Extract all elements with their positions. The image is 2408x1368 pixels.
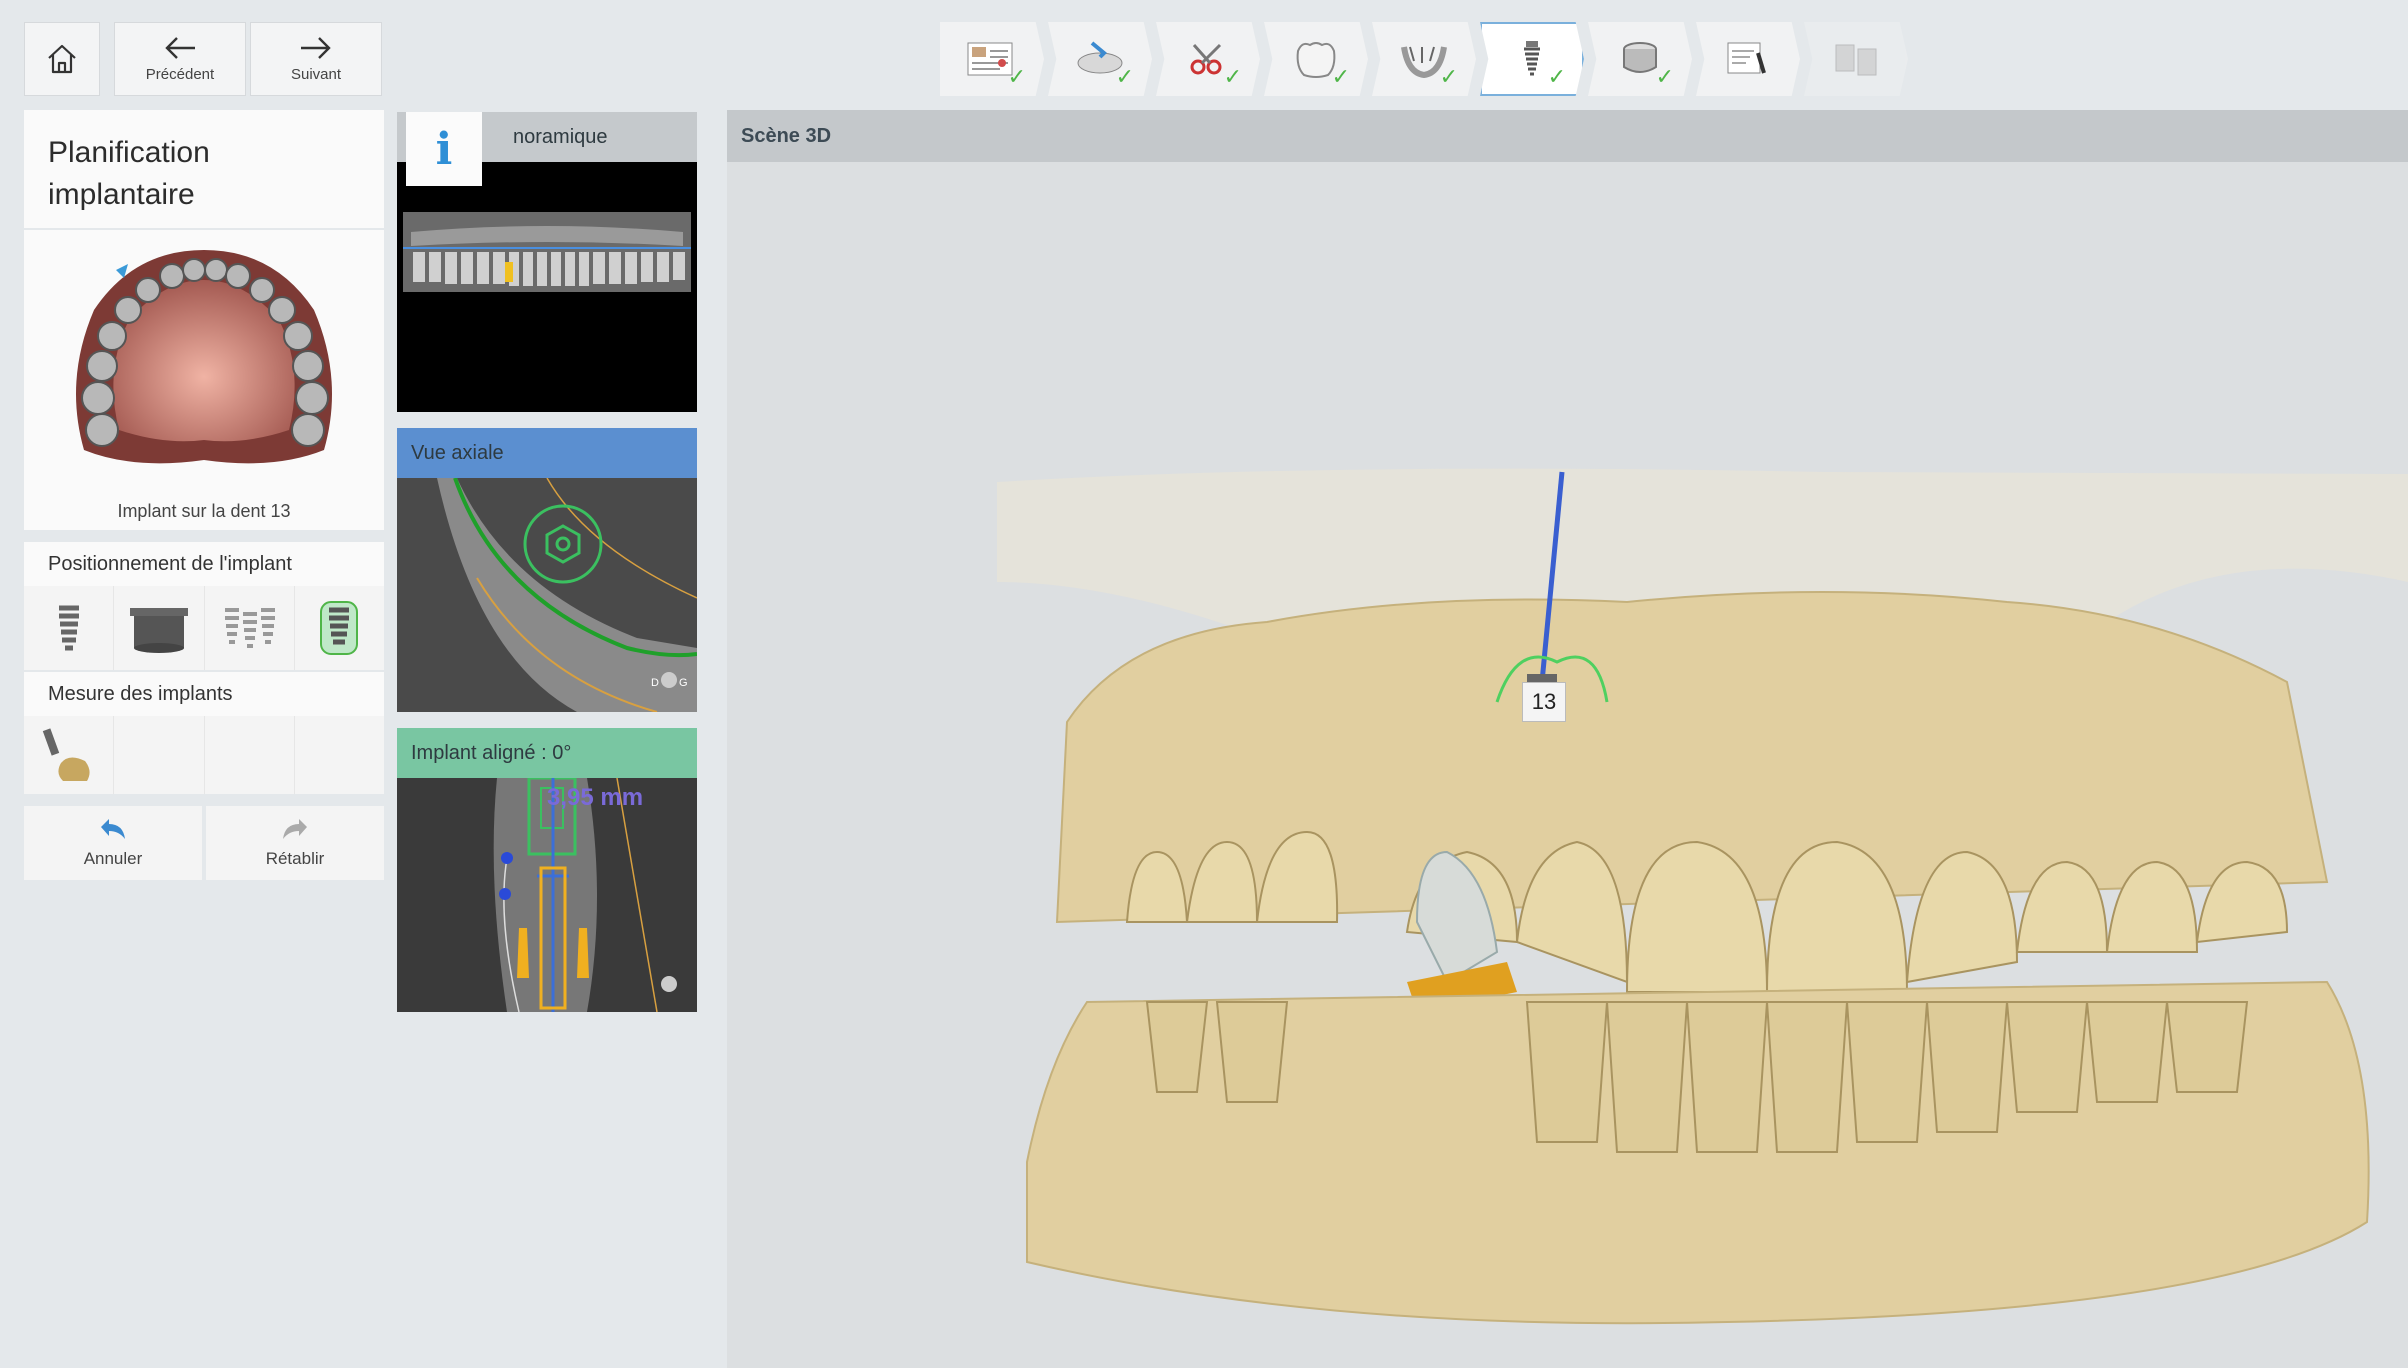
- empty-tool-slot-2: [205, 716, 295, 794]
- dental-model-3d: [997, 468, 2408, 1325]
- sleeve-tool-button[interactable]: [114, 586, 205, 670]
- scene-3d-header: Scène 3D: [727, 110, 2408, 162]
- previous-label: Précédent: [145, 65, 215, 83]
- aligned-implant-view[interactable]: Implant aligné : 0° 3,95 mm: [397, 728, 697, 1012]
- next-button[interactable]: Suivant: [250, 22, 382, 96]
- scene-3d[interactable]: Scène 3D 13: [727, 110, 2408, 1368]
- sleeve-icon: [129, 608, 188, 653]
- redo-icon: [283, 819, 307, 839]
- empty-tool-slot-3: [295, 716, 384, 794]
- measure-section-label: Mesure des implants: [24, 672, 384, 716]
- check-icon: ✓: [1007, 64, 1026, 89]
- implant-screw-icon: [58, 605, 79, 651]
- axial-image: D G: [397, 478, 697, 712]
- panel-title-line1: Planification: [48, 136, 210, 169]
- workflow-step-guide-sleeve[interactable]: ✓: [1588, 22, 1692, 96]
- info-icon: i: [435, 123, 453, 175]
- home-icon: [48, 44, 76, 74]
- measure-tools: [24, 716, 384, 794]
- workflow-bar: ✓ ✓ ✓ ✓ ✓ ✓ ✓: [940, 22, 1912, 96]
- arrow-left-icon: [165, 36, 195, 59]
- multiple-implants-tool-button[interactable]: [205, 586, 295, 670]
- panel-title: Planification implantaire: [24, 110, 384, 228]
- redo-button[interactable]: Rétablir: [206, 806, 384, 880]
- check-icon: ✓: [1655, 64, 1674, 89]
- implant-tool-button[interactable]: [24, 586, 115, 670]
- model-caption: Implant sur la dent 13: [117, 501, 291, 521]
- panoramic-image: [397, 162, 697, 412]
- workflow-step-prescription[interactable]: ✓: [940, 22, 1044, 96]
- workflow-step-scan-import[interactable]: ✓: [1048, 22, 1152, 96]
- implant-measure-value: 3,95 mm: [547, 784, 644, 811]
- positioning-section-label: Positionnement de l'implant: [24, 542, 384, 586]
- undo-icon: [101, 819, 125, 839]
- implant-highlight-icon: [320, 601, 359, 655]
- check-icon: ✓: [1115, 64, 1134, 89]
- export-icon: [1835, 44, 1877, 76]
- previous-button[interactable]: Précédent: [114, 22, 246, 96]
- measure-implant-icon: [42, 728, 90, 781]
- redo-label: Rétablir: [265, 849, 325, 868]
- orientation-cube-icon-2: [661, 976, 677, 992]
- axial-view[interactable]: Vue axiale D G: [397, 428, 697, 712]
- empty-tool-slot-1: [114, 716, 205, 794]
- undo-button[interactable]: Annuler: [24, 806, 202, 880]
- workflow-step-implant[interactable]: ✓: [1480, 22, 1584, 96]
- implant-selected-tool-button[interactable]: [295, 586, 384, 670]
- svg-text:D: D: [651, 677, 659, 689]
- undo-label: Annuler: [83, 849, 143, 868]
- panel-title-line2: implantaire: [48, 178, 195, 211]
- check-icon: ✓: [1223, 64, 1242, 89]
- arrow-right-icon: [301, 36, 331, 59]
- axial-view-header: Vue axiale: [397, 428, 697, 478]
- undo-redo-bar: Annuler Rétablir: [24, 806, 384, 880]
- tooth-number-label[interactable]: 13: [1522, 682, 1566, 722]
- workflow-step-export: [1804, 22, 1908, 96]
- workflow-step-cbct[interactable]: ✓: [1372, 22, 1476, 96]
- aligned-view-header: Implant aligné : 0°: [397, 728, 697, 778]
- workflow-step-crown[interactable]: ✓: [1264, 22, 1368, 96]
- arch-preview[interactable]: Implant sur la dent 13: [24, 230, 384, 530]
- workflow-step-tools[interactable]: ✓: [1156, 22, 1260, 96]
- check-icon: ✓: [1331, 64, 1350, 89]
- positioning-tools: [24, 586, 384, 670]
- check-icon: ✓: [1547, 64, 1566, 89]
- multiple-implants-icon: [225, 608, 276, 648]
- home-button[interactable]: [24, 22, 100, 96]
- check-icon: ✓: [1439, 64, 1458, 89]
- svg-text:G: G: [679, 677, 688, 689]
- guide-design-icon: [1727, 42, 1766, 74]
- upper-arch-model: [76, 250, 332, 464]
- info-button[interactable]: i: [406, 112, 482, 186]
- measure-implant-button[interactable]: [24, 716, 115, 794]
- aligned-implant-image: [397, 778, 697, 1012]
- next-label: Suivant: [290, 65, 342, 83]
- workflow-step-guide-design[interactable]: [1696, 22, 1800, 96]
